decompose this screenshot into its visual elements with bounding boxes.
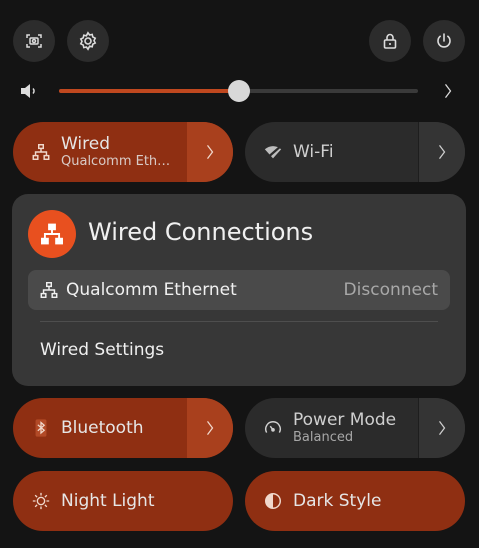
- wifi-toggle[interactable]: Wi-Fi: [245, 122, 465, 182]
- bluetooth-toggle-title: Bluetooth: [61, 418, 144, 438]
- chevron-right-icon: [207, 420, 214, 436]
- night-light-toggle[interactable]: Night Light: [13, 471, 233, 531]
- wired-toggle-main[interactable]: Wired Qualcomm Eth…: [13, 122, 187, 182]
- chevron-right-icon: [207, 144, 214, 160]
- dark-style-toggle[interactable]: Dark Style: [245, 471, 465, 531]
- night-light-toggle-title: Night Light: [61, 491, 155, 511]
- power-button[interactable]: [423, 20, 465, 62]
- power-mode-toggle-main[interactable]: Power Mode Balanced: [245, 398, 418, 458]
- wired-menu-arrow-button[interactable]: [187, 122, 233, 182]
- power-icon: [437, 33, 451, 48]
- network-wired-icon: [38, 279, 60, 301]
- volume-output-arrow-button[interactable]: [436, 79, 460, 103]
- wired-connections-title: Wired Connections: [88, 218, 314, 246]
- wired-connections-menu: Wired Connections Qualcomm Ethernet Disc…: [12, 194, 466, 386]
- disconnect-button[interactable]: Disconnect: [344, 280, 438, 300]
- wired-toggle-title: Wired: [61, 134, 111, 154]
- power-mode-toggle-subtitle: Balanced: [293, 430, 354, 445]
- lock-button[interactable]: [369, 20, 411, 62]
- connection-name: Qualcomm Ethernet: [66, 280, 237, 300]
- bluetooth-icon: [29, 416, 53, 440]
- connection-row-qualcomm-ethernet[interactable]: Qualcomm Ethernet Disconnect: [28, 270, 450, 310]
- volume-slider-handle[interactable]: [227, 80, 250, 102]
- speedometer-icon: [261, 416, 285, 440]
- settings-gear-icon: [79, 31, 97, 51]
- dark-style-toggle-title: Dark Style: [293, 491, 382, 511]
- dark-style-icon: [261, 489, 285, 513]
- wifi-toggle-title: Wi-Fi: [293, 142, 334, 162]
- volume-slider-fill: [59, 89, 239, 93]
- network-wired-icon: [28, 210, 76, 258]
- power-mode-menu-arrow-button[interactable]: [418, 398, 465, 458]
- screenshot-button[interactable]: [13, 20, 55, 62]
- chevron-right-icon: [439, 144, 446, 160]
- power-mode-toggle-title: Power Mode: [293, 410, 397, 430]
- settings-button[interactable]: [67, 20, 109, 62]
- bluetooth-toggle-main[interactable]: Bluetooth: [13, 398, 187, 458]
- chevron-right-icon: [439, 420, 446, 436]
- night-light-toggle-main[interactable]: Night Light: [13, 471, 233, 531]
- power-mode-toggle[interactable]: Power Mode Balanced: [245, 398, 465, 458]
- night-light-icon: [29, 489, 53, 513]
- menu-divider: [40, 321, 438, 322]
- bluetooth-toggle[interactable]: Bluetooth: [13, 398, 233, 458]
- network-wired-icon: [29, 140, 53, 164]
- dark-style-toggle-main[interactable]: Dark Style: [245, 471, 465, 531]
- bluetooth-menu-arrow-button[interactable]: [187, 398, 233, 458]
- wifi-menu-arrow-button[interactable]: [418, 122, 465, 182]
- wired-toggle[interactable]: Wired Qualcomm Eth…: [13, 122, 233, 182]
- speaker-icon[interactable]: [18, 80, 40, 102]
- wifi-disabled-icon: [261, 140, 285, 164]
- wired-toggle-subtitle: Qualcomm Eth…: [61, 154, 171, 169]
- wired-settings-item[interactable]: Wired Settings: [40, 338, 164, 362]
- screenshot-icon: [26, 34, 42, 48]
- wifi-toggle-main[interactable]: Wi-Fi: [245, 122, 418, 182]
- chevron-right-icon: [445, 83, 452, 99]
- lock-icon: [383, 33, 397, 49]
